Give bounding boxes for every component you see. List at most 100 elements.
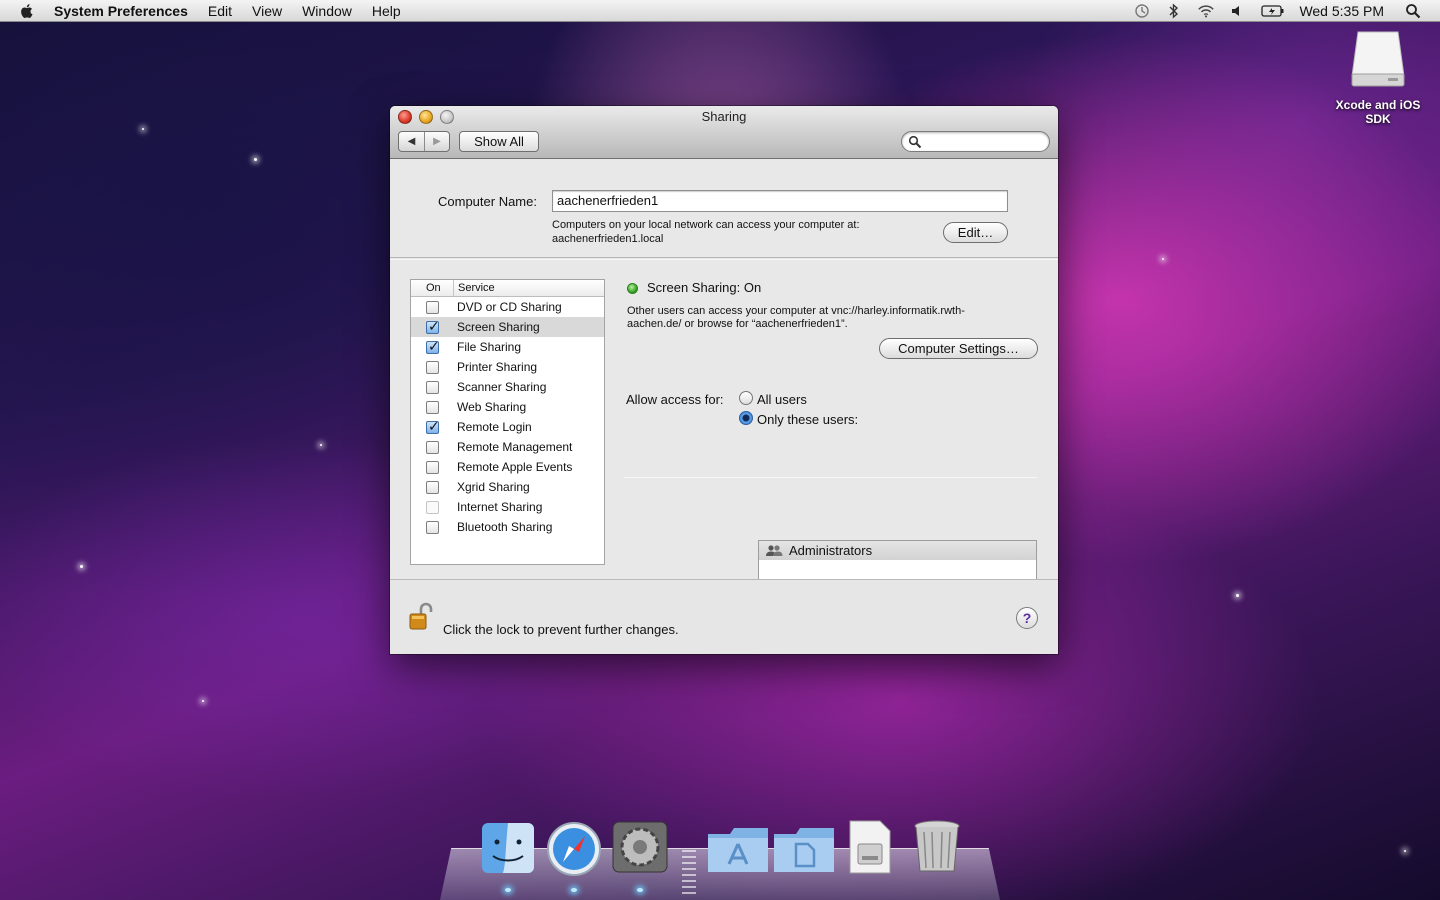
window-title: Sharing (701, 109, 747, 124)
computer-settings-button[interactable]: Computer Settings… (879, 338, 1038, 359)
documents-folder-icon[interactable] (772, 818, 834, 878)
desktop-disk[interactable]: Xcode and iOS SDK (1330, 30, 1426, 126)
safari-icon[interactable] (545, 818, 603, 878)
col-on[interactable]: On (411, 280, 454, 296)
user-name: Administrators (789, 543, 873, 558)
menu-bar: System Preferences Edit View Window Help… (0, 0, 1440, 22)
service-checkbox[interactable] (426, 440, 439, 454)
edit-button[interactable]: Edit… (943, 222, 1008, 243)
spotlight-search-icon[interactable] (1404, 3, 1422, 19)
service-checkbox[interactable]: ✓ (426, 418, 440, 434)
service-row[interactable]: DVD or CD Sharing (411, 297, 604, 317)
bluetooth-icon[interactable] (1165, 2, 1183, 19)
radio-only-these-users[interactable] (739, 411, 753, 425)
trash-icon[interactable] (910, 818, 968, 878)
menu-edit[interactable]: Edit (208, 3, 232, 19)
service-row[interactable]: ✓ Remote Login (411, 417, 604, 437)
service-checkbox[interactable] (426, 360, 439, 374)
services-table[interactable]: On Service DVD or CD Sharing ✓ Screen Shar… (410, 279, 605, 565)
service-checkbox[interactable] (426, 520, 439, 534)
disk-image-icon[interactable] (846, 818, 904, 878)
service-row[interactable]: Internet Sharing (411, 497, 604, 517)
list-item[interactable]: Administrators (759, 541, 1036, 560)
forward-arrow-icon[interactable]: ▶ (424, 132, 449, 151)
service-checkbox[interactable] (426, 380, 439, 394)
star (1162, 258, 1164, 260)
divider (624, 477, 1037, 478)
toolbar: Sharing ◀ ▶ Show All (390, 106, 1058, 159)
checkmark-icon: ✓ (428, 337, 440, 354)
service-name: Scanner Sharing (457, 380, 547, 394)
service-row[interactable]: Printer Sharing (411, 357, 604, 377)
computer-name-section: Computer Name: aachenerfrieden1 Computer… (390, 160, 1058, 258)
service-status: Screen Sharing: On (647, 280, 762, 295)
service-row[interactable]: ✓ File Sharing (411, 337, 604, 357)
all-users-label[interactable]: All users (757, 392, 807, 407)
service-row[interactable]: Web Sharing (411, 397, 604, 417)
group-icon (766, 544, 783, 556)
computer-name-label: Computer Name: (438, 194, 537, 209)
volume-icon[interactable] (1229, 3, 1247, 19)
menu-window[interactable]: Window (302, 3, 352, 19)
col-service[interactable]: Service (454, 280, 495, 296)
service-name: Bluetooth Sharing (457, 520, 553, 534)
service-row[interactable]: Remote Management (411, 437, 604, 457)
allow-access-label: Allow access for: (626, 392, 724, 407)
local-network-note: Computers on your local network can acce… (552, 219, 860, 231)
lock-bar: Click the lock to prevent further change… (390, 579, 1058, 654)
service-row[interactable]: Scanner Sharing (411, 377, 604, 397)
service-description-line2: aachen.de/ or browse for “aachenerfriede… (627, 318, 848, 330)
running-indicator (637, 888, 643, 892)
service-name: Xgrid Sharing (457, 480, 530, 494)
disk-label: Xcode and iOS SDK (1335, 98, 1421, 126)
show-all-button[interactable]: Show All (459, 131, 539, 152)
disk-drive-icon (1350, 30, 1406, 88)
star (202, 700, 204, 702)
wifi-icon[interactable] (1197, 3, 1215, 19)
checkmark-icon: ✓ (428, 317, 440, 334)
lock-icon[interactable] (408, 602, 436, 635)
service-checkbox[interactable] (426, 460, 439, 474)
sharing-window: Sharing ◀ ▶ Show All Computer Name: aach… (390, 106, 1058, 654)
service-row[interactable]: Xgrid Sharing (411, 477, 604, 497)
menu-view[interactable]: View (252, 3, 282, 19)
radio-all-users[interactable] (739, 391, 753, 405)
only-these-users-label[interactable]: Only these users: (757, 412, 858, 427)
dock-separator (682, 850, 696, 896)
service-checkbox[interactable]: ✓ (426, 337, 440, 354)
service-checkbox[interactable]: ✓ (426, 317, 440, 334)
finder-icon[interactable] (479, 818, 537, 878)
sharing-main: On Service DVD or CD Sharing ✓ Screen Shar… (390, 259, 1058, 654)
time-machine-icon[interactable] (1133, 3, 1151, 19)
system-preferences-icon[interactable] (611, 818, 669, 878)
service-description-line1: Other users can access your computer at … (627, 305, 965, 317)
running-indicator (571, 888, 577, 892)
service-name: Remote Management (457, 440, 573, 454)
search-input[interactable] (901, 131, 1050, 152)
service-checkbox[interactable] (426, 400, 439, 414)
service-name: Remote Apple Events (457, 460, 573, 474)
star (1404, 850, 1406, 852)
search-icon (908, 135, 922, 149)
computer-name-field[interactable]: aachenerfrieden1 (552, 190, 1008, 212)
battery-icon[interactable] (1261, 3, 1285, 19)
help-button[interactable]: ? (1016, 607, 1038, 629)
service-checkbox[interactable] (426, 480, 439, 494)
apple-menu-icon[interactable] (18, 2, 36, 20)
star (320, 444, 322, 446)
menu-app-name[interactable]: System Preferences (54, 3, 188, 19)
service-row[interactable]: Bluetooth Sharing (411, 517, 604, 537)
service-name: Web Sharing (457, 400, 527, 414)
star (1236, 594, 1239, 597)
menu-clock[interactable]: Wed 5:35 PM (1299, 3, 1384, 19)
star (254, 158, 257, 161)
service-row[interactable]: ✓ Screen Sharing (411, 317, 604, 337)
service-checkbox[interactable] (426, 300, 439, 314)
applications-folder-icon[interactable] (706, 818, 768, 878)
lock-text: Click the lock to prevent further change… (443, 622, 679, 637)
back-arrow-icon[interactable]: ◀ (399, 132, 424, 151)
back-forward-control: ◀ ▶ (398, 131, 450, 152)
menu-help[interactable]: Help (372, 3, 401, 19)
service-name: File Sharing (457, 340, 522, 354)
service-row[interactable]: Remote Apple Events (411, 457, 604, 477)
